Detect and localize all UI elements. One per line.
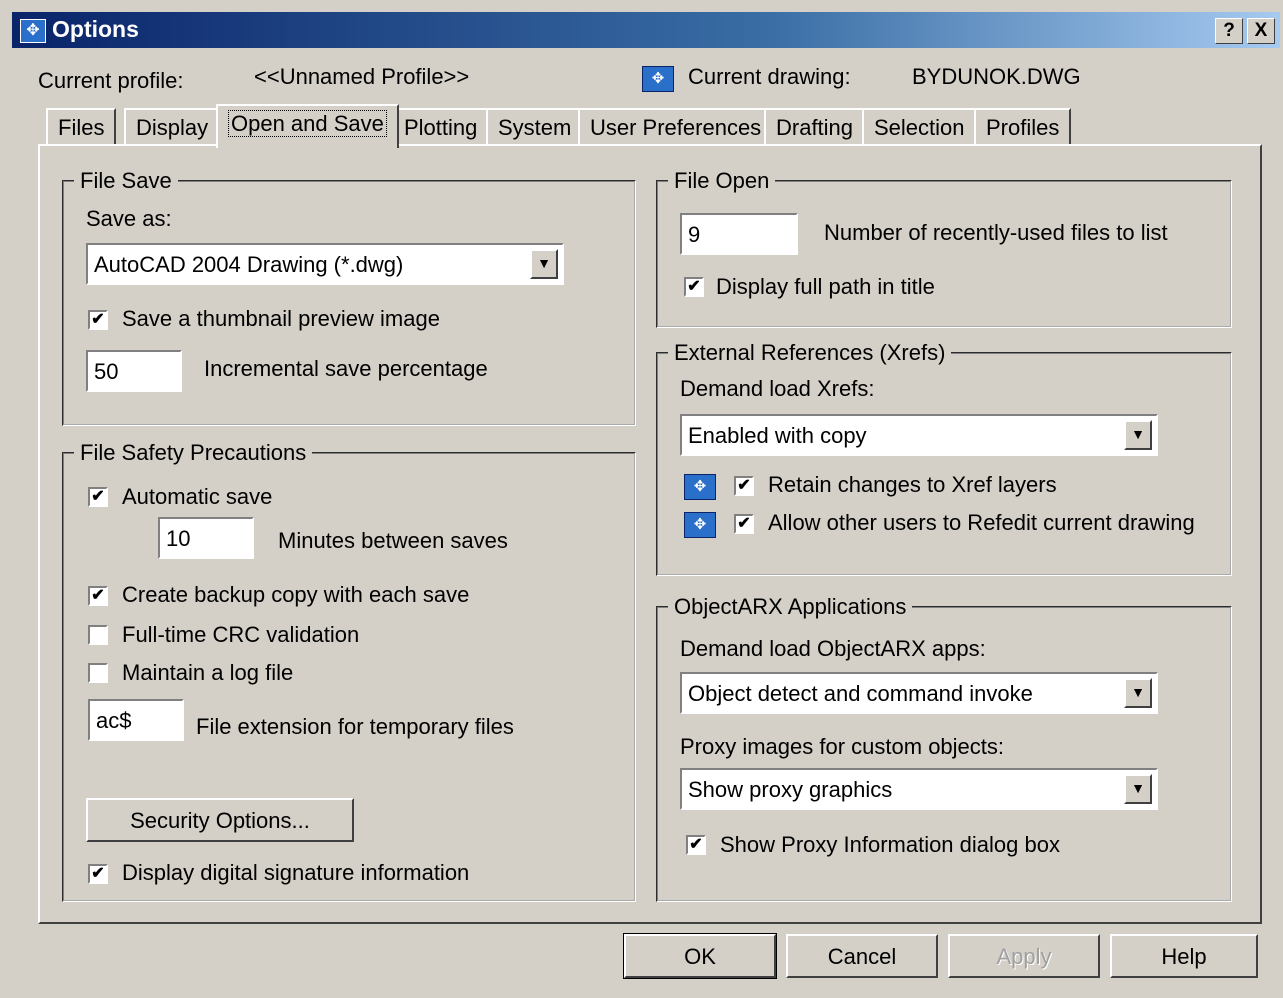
file-safety-title: File Safety Precautions: [74, 440, 313, 466]
proxy-images-arrow-icon[interactable]: ▼: [1124, 774, 1152, 804]
xref-demand-value: Enabled with copy: [688, 423, 867, 448]
fullpath-label: Display full path in title: [716, 274, 935, 299]
current-profile-value: <<Unnamed Profile>>: [254, 64, 470, 89]
arx-title: ObjectARX Applications: [668, 594, 913, 620]
security-options-button[interactable]: Security Options...: [86, 798, 354, 842]
refedit-label: Allow other users to Refedit current dra…: [768, 510, 1195, 535]
crc-checkbox[interactable]: [88, 625, 108, 645]
tab-open-and-save[interactable]: Open and Save: [216, 104, 399, 148]
xref-demand-dropdown[interactable]: Enabled with copy: [680, 414, 1158, 456]
tab-selection[interactable]: Selection: [862, 108, 977, 146]
incremental-input[interactable]: 50: [86, 350, 182, 392]
tab-display[interactable]: Display: [124, 108, 221, 146]
save-as-label: Save as:: [86, 206, 172, 231]
tab-plotting[interactable]: Plotting: [392, 108, 490, 146]
autosave-checkbox[interactable]: ✔: [88, 487, 108, 507]
minutes-label: Minutes between saves: [278, 528, 508, 553]
signature-checkbox[interactable]: ✔: [88, 864, 108, 884]
refedit-checkbox[interactable]: ✔: [734, 514, 754, 534]
tab-user-preferences[interactable]: User Preferences: [578, 108, 774, 146]
tab-open-and-save-label: Open and Save: [228, 110, 387, 137]
current-profile-label: Current profile:: [38, 68, 184, 93]
save-as-dropdown[interactable]: AutoCAD 2004 Drawing (*.dwg): [86, 243, 564, 285]
tab-system[interactable]: System: [486, 108, 584, 146]
xref-saved-icon: ✥: [684, 474, 716, 500]
recent-files-input[interactable]: 9: [680, 213, 798, 255]
cancel-button[interactable]: Cancel: [786, 934, 938, 978]
proxy-images-value: Show proxy graphics: [688, 777, 893, 802]
signature-label: Display digital signature information: [122, 860, 470, 885]
arx-demand-arrow-icon[interactable]: ▼: [1124, 678, 1152, 708]
current-drawing-value: BYDUNOK.DWG: [912, 64, 1081, 89]
retain-checkbox[interactable]: ✔: [734, 476, 754, 496]
xref-demand-arrow-icon[interactable]: ▼: [1124, 420, 1152, 450]
tab-profiles[interactable]: Profiles: [974, 108, 1072, 146]
thumbnail-checkbox[interactable]: ✔: [88, 310, 108, 330]
crc-label: Full-time CRC validation: [122, 622, 360, 647]
proxy-info-label: Show Proxy Information dialog box: [720, 832, 1060, 857]
thumbnail-label: Save a thumbnail preview image: [122, 306, 440, 331]
options-icon: ✥: [20, 19, 46, 43]
ok-button[interactable]: OK: [623, 933, 777, 979]
xref-saved-icon: ✥: [684, 512, 716, 538]
proxy-images-label: Proxy images for custom objects:: [680, 734, 1005, 759]
minutes-input[interactable]: 10: [158, 517, 254, 559]
save-as-arrow-icon[interactable]: ▼: [530, 249, 558, 279]
recent-files-label: Number of recently-used files to list: [824, 220, 1168, 245]
ext-label: File extension for temporary files: [196, 714, 514, 739]
backup-label: Create backup copy with each save: [122, 582, 470, 607]
arx-demand-label: Demand load ObjectARX apps:: [680, 636, 986, 661]
log-checkbox[interactable]: [88, 663, 108, 683]
arx-demand-dropdown[interactable]: Object detect and command invoke: [680, 672, 1158, 714]
close-button[interactable]: X: [1247, 18, 1275, 44]
apply-button[interactable]: Apply: [948, 934, 1100, 978]
file-save-title: File Save: [74, 168, 178, 194]
tab-drafting[interactable]: Drafting: [764, 108, 866, 146]
help-button[interactable]: Help: [1110, 934, 1258, 978]
file-open-title: File Open: [668, 168, 776, 194]
save-as-value: AutoCAD 2004 Drawing (*.dwg): [94, 252, 404, 277]
proxy-info-checkbox[interactable]: ✔: [686, 835, 706, 855]
log-label: Maintain a log file: [122, 660, 294, 685]
ext-input[interactable]: ac$: [88, 699, 184, 741]
incremental-label: Incremental save percentage: [204, 356, 488, 381]
xref-demand-label: Demand load Xrefs:: [680, 376, 875, 401]
fullpath-checkbox[interactable]: ✔: [684, 277, 704, 297]
title-bar[interactable]: [12, 12, 1280, 48]
xrefs-title: External References (Xrefs): [668, 340, 952, 366]
backup-checkbox[interactable]: ✔: [88, 586, 108, 606]
drawing-icon: ✥: [642, 66, 674, 92]
current-drawing-label: Current drawing:: [688, 64, 851, 89]
retain-label: Retain changes to Xref layers: [768, 472, 1057, 497]
help-title-button[interactable]: ?: [1215, 18, 1243, 44]
autosave-label: Automatic save: [122, 484, 273, 509]
window-title: Options: [52, 16, 139, 42]
proxy-images-dropdown[interactable]: Show proxy graphics: [680, 768, 1158, 810]
arx-demand-value: Object detect and command invoke: [688, 681, 1033, 706]
tab-files[interactable]: Files: [46, 108, 117, 146]
